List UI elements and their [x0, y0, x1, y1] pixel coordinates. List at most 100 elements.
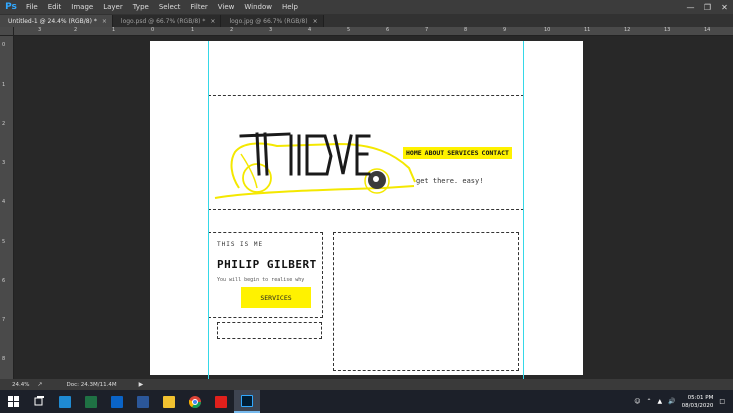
- nav-about[interactable]: ABOUT: [425, 149, 445, 157]
- ruler-label: 3: [269, 27, 273, 33]
- clock-date: 08/03/2020: [681, 402, 714, 409]
- ruler-label: 9: [503, 27, 507, 33]
- menu-filter[interactable]: Filter: [186, 0, 213, 14]
- ruler-label: 10: [544, 27, 551, 33]
- profile-section[interactable]: THIS IS ME PHILIP GILBERT You will begin…: [208, 232, 323, 318]
- windows-taskbar: ☺ ⌃ ▲ 🔊 05:01 PM 08/03/2020 □: [0, 390, 733, 413]
- ruler-label: 4: [308, 27, 312, 33]
- nav-contact[interactable]: CONTACT: [482, 149, 509, 157]
- acrobat-icon[interactable]: [208, 390, 234, 413]
- doc-size: Doc: 24.3M/11.4M: [66, 381, 117, 388]
- ruler-label: 2: [2, 121, 6, 127]
- pre-title: THIS IS ME: [217, 241, 264, 248]
- close-icon[interactable]: ✕: [716, 1, 733, 13]
- export-icon[interactable]: ↗: [37, 381, 42, 388]
- profile-subtitle: You will begin to realise why: [217, 277, 305, 283]
- mail-icon[interactable]: [104, 390, 130, 413]
- file-explorer-icon[interactable]: [156, 390, 182, 413]
- menu-window[interactable]: Window: [240, 0, 278, 14]
- document-canvas[interactable]: HOME ABOUT SERVICES CONTACT get there. e…: [150, 41, 583, 375]
- horizontal-ruler[interactable]: 3 2 1 0 1 2 3 4 5 6 7 8 9 10 11 12 13 14: [14, 27, 733, 36]
- restore-icon[interactable]: ❐: [699, 1, 716, 13]
- menu-layer[interactable]: Layer: [99, 0, 129, 14]
- ruler-label: 6: [386, 27, 390, 33]
- ruler-label: 11: [584, 27, 591, 33]
- tab-logo-psd[interactable]: logo.psd @ 66.7% (RGB/8) * ×: [112, 15, 222, 27]
- nav-home[interactable]: HOME: [406, 149, 422, 157]
- ruler-label: 3: [38, 27, 42, 33]
- tab-label: logo.jpg @ 66.7% (RGB/8): [229, 17, 308, 25]
- excel-icon[interactable]: [78, 390, 104, 413]
- ruler-label: 4: [2, 199, 6, 205]
- ruler-label: 8: [464, 27, 468, 33]
- header-section[interactable]: HOME ABOUT SERVICES CONTACT get there. e…: [208, 95, 524, 210]
- ruler-label: 2: [230, 27, 234, 33]
- chrome-icon[interactable]: [182, 390, 208, 413]
- ruler-label: 1: [191, 27, 195, 33]
- zoom-level[interactable]: 24.4%: [12, 382, 29, 388]
- tray-chevron-up-icon[interactable]: ⌃: [646, 398, 651, 405]
- windows-start-icon[interactable]: [0, 390, 26, 413]
- tab-logo-jpg[interactable]: logo.jpg @ 66.7% (RGB/8) ×: [221, 15, 324, 27]
- services-button[interactable]: SERVICES: [241, 287, 311, 308]
- photoshop-taskbar-icon[interactable]: [234, 390, 260, 413]
- menu-type[interactable]: Type: [129, 0, 155, 14]
- ruler-label: 7: [2, 317, 6, 323]
- menu-edit[interactable]: Edit: [44, 0, 68, 14]
- nav-services[interactable]: SERVICES: [447, 149, 478, 157]
- ruler-label: 5: [2, 239, 6, 245]
- ruler-label: 1: [2, 82, 6, 88]
- tagline: get there. easy!: [416, 177, 484, 185]
- minimize-icon[interactable]: —: [682, 1, 699, 13]
- ruler-label: 7: [425, 27, 429, 33]
- status-menu-arrow-icon[interactable]: ▶: [139, 381, 144, 388]
- menu-image[interactable]: Image: [67, 0, 99, 14]
- tab-close-icon[interactable]: ×: [210, 18, 215, 25]
- photoshop-window: Ps File Edit Image Layer Type Select Fil…: [0, 0, 733, 413]
- placeholder-box[interactable]: [217, 322, 322, 339]
- menu-select[interactable]: Select: [155, 0, 187, 14]
- clock-time: 05:01 PM: [687, 394, 714, 401]
- menu-view[interactable]: View: [214, 0, 241, 14]
- menu-file[interactable]: File: [22, 0, 44, 14]
- notifications-icon[interactable]: □: [719, 398, 725, 405]
- ruler-label: 0: [151, 27, 155, 33]
- document-tabs: Untitled-1 @ 24.4% (RGB/8) * × logo.psd …: [0, 14, 733, 27]
- window-controls: — ❐ ✕: [682, 0, 733, 14]
- ruler-label: 12: [624, 27, 631, 33]
- tab-label: logo.psd @ 66.7% (RGB/8) *: [120, 17, 206, 25]
- guide-line-left[interactable]: [208, 41, 209, 375]
- tab-close-icon[interactable]: ×: [313, 18, 318, 25]
- vscode-icon[interactable]: [52, 390, 78, 413]
- menu-help[interactable]: Help: [278, 0, 304, 14]
- ruler-label: 5: [347, 27, 351, 33]
- ruler-label: 8: [2, 356, 6, 362]
- content-section[interactable]: [333, 232, 519, 371]
- volume-icon[interactable]: 🔊: [668, 398, 675, 405]
- photoshop-logo: Ps: [0, 0, 22, 14]
- word-icon[interactable]: [130, 390, 156, 413]
- tab-close-icon[interactable]: ×: [102, 18, 107, 25]
- profile-name: PHILIP GILBERT: [217, 258, 317, 271]
- clock[interactable]: 05:01 PM 08/03/2020: [682, 394, 714, 410]
- guide-line-right[interactable]: [523, 41, 524, 375]
- menu-bar: Ps File Edit Image Layer Type Select Fil…: [0, 0, 733, 14]
- ruler-label: 6: [2, 278, 6, 284]
- ruler-label: 14: [704, 27, 711, 33]
- network-icon[interactable]: ▲: [658, 398, 663, 405]
- ruler-label: 3: [2, 160, 6, 166]
- system-tray: ☺ ⌃ ▲ 🔊 05:01 PM 08/03/2020 □: [634, 390, 733, 413]
- ruler-label: 13: [664, 27, 671, 33]
- ruler-label: 2: [74, 27, 78, 33]
- people-icon[interactable]: ☺: [634, 398, 640, 405]
- ruler-label: 0: [2, 42, 6, 48]
- status-bar: 24.4% ↗ Doc: 24.3M/11.4M ▶: [0, 379, 733, 390]
- ruler-label: 1: [112, 27, 116, 33]
- vertical-ruler[interactable]: 0 1 2 3 4 5 6 7 8: [0, 27, 14, 379]
- nav-bar: HOME ABOUT SERVICES CONTACT: [403, 147, 512, 159]
- tab-label: Untitled-1 @ 24.4% (RGB/8) *: [8, 17, 97, 25]
- canvas-workspace[interactable]: HOME ABOUT SERVICES CONTACT get there. e…: [14, 36, 733, 379]
- tab-untitled-1[interactable]: Untitled-1 @ 24.4% (RGB/8) * ×: [0, 15, 113, 27]
- ruler-origin[interactable]: [0, 27, 14, 36]
- task-view-icon[interactable]: [26, 390, 52, 413]
